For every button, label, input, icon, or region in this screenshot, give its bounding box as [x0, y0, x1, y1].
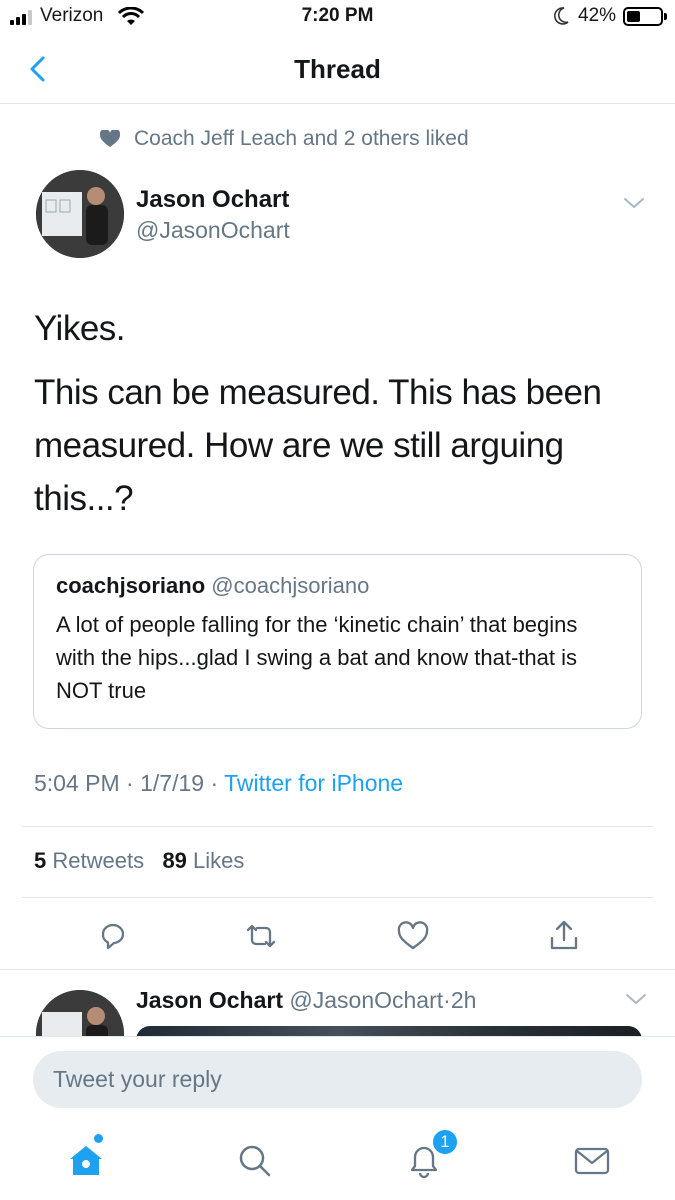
home-icon[interactable] [66, 1140, 106, 1180]
quoted-tweet-header: coachjsoriano @coachjsoriano [56, 573, 619, 599]
page-title: Thread [294, 54, 381, 84]
quoted-author-handle: @coachjsoriano [211, 573, 370, 598]
avatar-image [36, 170, 124, 258]
reply-icon[interactable] [95, 918, 131, 954]
author-handle[interactable]: @JasonOchart [136, 217, 290, 244]
navigation-bar: Thread [0, 36, 675, 104]
chevron-down-icon[interactable] [624, 990, 648, 1008]
tweet-time: 5:04 PM [34, 770, 120, 796]
separator-dot: · [443, 987, 451, 1013]
tweet-metadata: 5:04 PM · 1/7/19 · Twitter for iPhone [34, 770, 403, 797]
tweet-text: Yikes. This can be measured. This has be… [34, 302, 634, 536]
tweet-source-link[interactable]: Twitter for iPhone [224, 770, 403, 796]
retweet-icon[interactable] [243, 918, 279, 954]
tweet-reply-input[interactable] [33, 1051, 642, 1108]
separator-dot: · [126, 770, 134, 796]
divider [22, 826, 653, 827]
retweets-stat[interactable]: 5 Retweets [34, 848, 144, 873]
divider [22, 897, 653, 898]
reply-author-name[interactable]: Jason Ochart [136, 987, 283, 1013]
battery-icon [623, 7, 667, 26]
retweets-count: 5 [34, 848, 47, 873]
author-name[interactable]: Jason Ochart [136, 186, 289, 214]
quoted-tweet[interactable]: coachjsoriano @coachjsoriano A lot of pe… [33, 554, 642, 729]
chevron-down-icon[interactable] [622, 194, 646, 212]
mail-icon[interactable] [572, 1140, 612, 1180]
share-icon[interactable] [546, 918, 582, 954]
tweet-paragraph: This can be measured. This has been meas… [34, 373, 602, 518]
quoted-tweet-text: A lot of people falling for the ‘kinetic… [56, 612, 578, 703]
reply-tweet-header: Jason Ochart @JasonOchart·2h [136, 987, 476, 1014]
heart-icon [100, 130, 120, 147]
battery-percentage: 42% [578, 5, 617, 26]
clock: 7:20 PM [301, 5, 374, 26]
likes-label: Likes [193, 848, 245, 873]
author-avatar[interactable] [36, 170, 124, 258]
tweet-date: 1/7/19 [140, 770, 205, 796]
divider [0, 969, 675, 970]
likes-count: 89 [162, 848, 187, 873]
battery-level [627, 11, 640, 22]
engagement-stats: 5 Retweets 89 Likes [34, 848, 244, 874]
social-context: Coach Jeff Leach and 2 others liked [100, 126, 469, 152]
social-context-text: Coach Jeff Leach and 2 others liked [134, 127, 469, 150]
reply-author-handle[interactable]: @JasonOchart [289, 987, 443, 1013]
moon-icon [554, 7, 569, 25]
separator-dot: · [210, 770, 219, 796]
reply-tweet-age: 2h [450, 987, 477, 1013]
notifications-badge: 1 [431, 1128, 459, 1156]
quoted-author-name: coachjsoriano [56, 573, 206, 598]
status-bar: Verizon 7:20 PM 42% [0, 0, 675, 36]
like-icon[interactable] [395, 918, 431, 954]
tweet-paragraph: Yikes. [34, 309, 126, 348]
likes-stat[interactable]: 89 Likes [162, 848, 244, 873]
home-new-indicator [94, 1134, 103, 1143]
search-icon[interactable] [234, 1140, 274, 1180]
retweets-label: Retweets [52, 848, 145, 873]
